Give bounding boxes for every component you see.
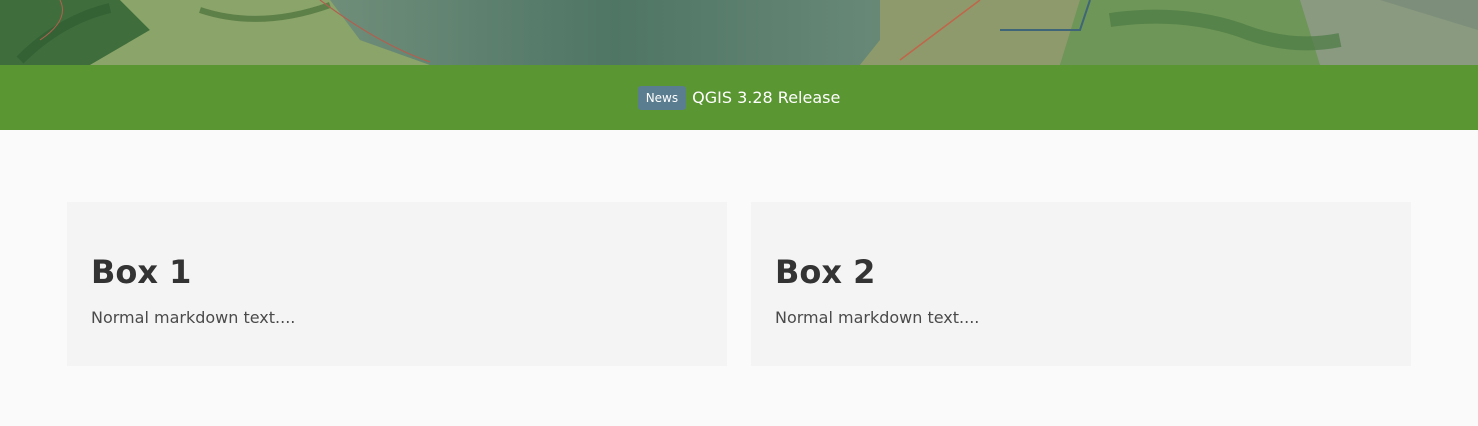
hero-map-image [0,0,1478,65]
box-1-text: Normal markdown text.... [91,308,296,327]
box-1-title: Box 1 [91,253,192,291]
news-banner: News QGIS 3.28 Release [0,65,1478,130]
news-badge: News [637,85,687,110]
box-1: Box 1 Normal markdown text.... [67,202,727,366]
news-title: QGIS 3.28 Release [692,87,841,107]
box-2-text: Normal markdown text.... [775,308,980,327]
box-2-title: Box 2 [775,253,876,291]
main-content: Box 1 Normal markdown text.... Box 2 Nor… [0,130,1478,426]
box-2: Box 2 Normal markdown text.... [751,202,1411,366]
news-link[interactable]: News QGIS 3.28 Release [637,85,841,110]
